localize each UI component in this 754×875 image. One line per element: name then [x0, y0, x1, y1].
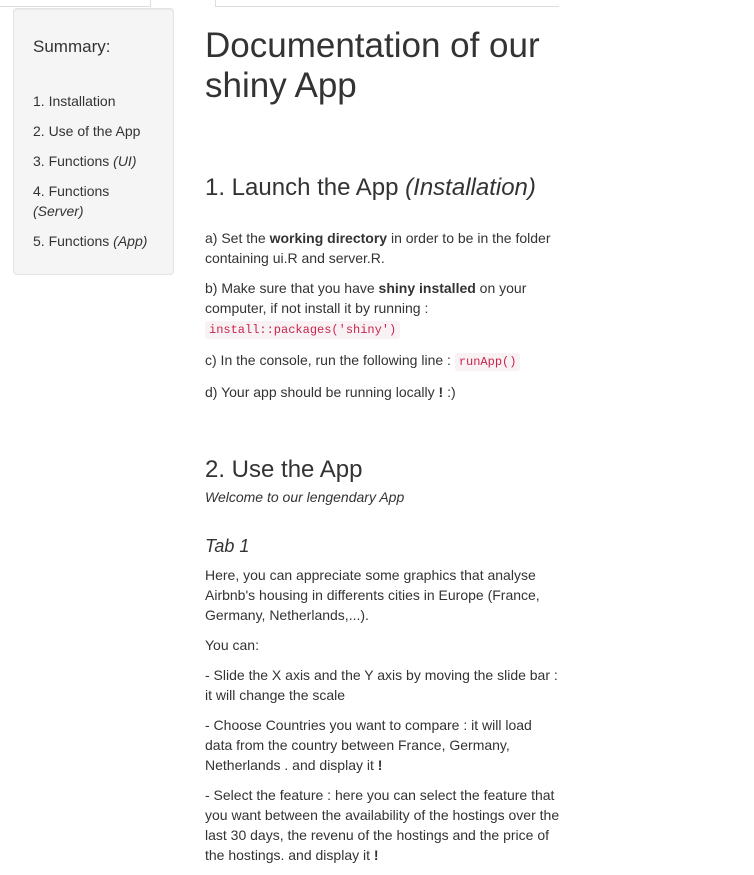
step-d: d) Your app should be running locally ! … [205, 382, 560, 402]
section-heading-text: 1. Launch the App [205, 174, 406, 201]
summary-sidebar: Summary: 1. Installation 2. Use of the A… [13, 8, 174, 275]
summary-item-label: 2. Use of the App [33, 123, 141, 139]
tab1-intro: Here, you can appreciate some graphics t… [205, 567, 540, 623]
section-use-heading: 2. Use the App [205, 456, 363, 483]
step-c-pre: c) In the console, run the following lin… [205, 352, 455, 368]
summary-list: 1. Installation 2. Use of the App 3. Fun… [33, 91, 154, 251]
section-heading-italic: (Installation) [405, 174, 536, 201]
tab1-content: Here, you can appreciate some graphics t… [205, 565, 560, 865]
bullet-bold: ! [373, 847, 379, 863]
summary-item-label: 5. Functions [33, 233, 114, 249]
welcome-text: Welcome to our lengendary App [205, 489, 405, 505]
step-b-bold: shiny installed [378, 280, 476, 296]
summary-item-functions-server: 4. Functions (Server) [33, 181, 154, 221]
step-d-pre: d) Your app should be running locally [205, 384, 439, 400]
summary-item-installation: 1. Installation [33, 91, 154, 111]
summary-item-label: 4. Functions [33, 183, 110, 199]
top-tab-rule [215, 0, 559, 7]
step-a: a) Set the working directory in order to… [205, 228, 560, 268]
bullet-bold: ! [377, 757, 383, 773]
tab1-you-can: You can: [205, 637, 259, 653]
tab1-bullet-slide: - Slide the X axis and the Y axis by mov… [205, 667, 558, 703]
step-b-pre: b) Make sure that you have [205, 280, 379, 296]
step-b: b) Make sure that you have shiny install… [205, 278, 560, 340]
summary-item-label: 3. Functions [33, 153, 114, 169]
bullet-text: - Select the feature : here you can sele… [205, 787, 560, 863]
sidebar-title: Summary: [33, 37, 111, 56]
step-a-pre: a) Set the [205, 230, 270, 246]
tab1-bullet-feature: - Select the feature : here you can sele… [205, 785, 560, 865]
bullet-text: - Choose Countries you want to compare :… [205, 717, 532, 773]
page-title: Documentation of our shiny App [205, 26, 540, 105]
installation-steps: a) Set the working directory in order to… [205, 228, 560, 402]
tab1-heading: Tab 1 [205, 536, 250, 556]
tab1-bullet-countries: - Choose Countries you want to compare :… [205, 715, 560, 775]
install-code-snippet: install::packages('shiny') [205, 321, 401, 339]
summary-item-functions-app: 5. Functions (App) [33, 231, 154, 251]
top-tab-stub [0, 0, 151, 7]
documentation-main: Documentation of our shiny App 1. Launch… [205, 26, 565, 875]
summary-item-functions-ui: 3. Functions (UI) [33, 151, 154, 171]
summary-item-label: 1. Installation [33, 93, 116, 109]
section-installation-heading: 1. Launch the App (Installation) [205, 173, 565, 203]
summary-item-suffix: (App) [113, 233, 148, 249]
runapp-code-snippet: runApp() [454, 353, 521, 371]
summary-item-use-of-app: 2. Use of the App [33, 121, 154, 141]
step-c: c) In the console, run the following lin… [205, 350, 560, 372]
step-a-bold: working directory [269, 230, 388, 246]
step-d-post: :) [443, 384, 456, 400]
summary-item-suffix: (UI) [113, 153, 137, 169]
summary-item-suffix: (Server) [33, 203, 84, 219]
